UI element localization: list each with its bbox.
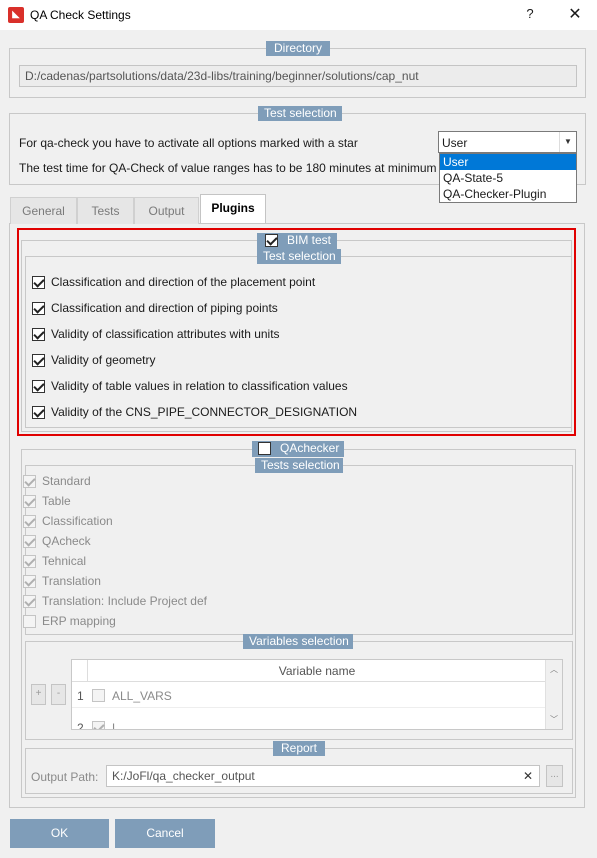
- output-path-value: K:/JoFl/qa_checker_output: [112, 769, 255, 783]
- column-header-variable-name[interactable]: Variable name: [88, 660, 546, 682]
- qachecker-test-checkbox[interactable]: [23, 475, 36, 488]
- test-selection-info-line-2: The test time for QA-Check of value rang…: [19, 161, 437, 175]
- qachecker-checkbox[interactable]: [258, 442, 271, 455]
- chevron-down-icon[interactable]: ▼: [559, 132, 576, 152]
- scroll-up-icon[interactable]: ︿: [546, 664, 562, 675]
- browse-button[interactable]: ...: [546, 765, 563, 787]
- row-number: 2: [77, 721, 84, 730]
- dropdown-option-user[interactable]: User: [440, 154, 576, 170]
- close-icon[interactable]: ✕: [564, 4, 586, 26]
- qachecker-test-checkbox[interactable]: [23, 495, 36, 508]
- qachecker-tests-group: [25, 465, 573, 635]
- variables-group-label: Variables selection: [243, 634, 353, 649]
- row-checkbox[interactable]: [92, 689, 105, 702]
- output-path-field[interactable]: K:/JoFl/qa_checker_output ✕: [106, 765, 540, 787]
- cancel-button[interactable]: Cancel: [115, 819, 215, 848]
- clear-icon[interactable]: ✕: [523, 766, 533, 786]
- bim-test-item-checkbox[interactable]: [32, 354, 45, 367]
- ok-button[interactable]: OK: [10, 819, 109, 848]
- bim-test-item-checkbox[interactable]: [32, 406, 45, 419]
- qachecker-test-label: Tehnical: [42, 554, 87, 568]
- tab-output[interactable]: Output: [134, 197, 199, 224]
- variables-table: Variable name 1 ALL_VARS 2 L ︿ ﹀: [71, 659, 563, 730]
- qachecker-label: QAchecker: [280, 441, 340, 455]
- qachecker-test-label: Translation: [42, 574, 101, 588]
- qachecker-test-checkbox[interactable]: [23, 535, 36, 548]
- table-row[interactable]: 2 L: [72, 709, 546, 730]
- bim-test-item-label: Classification and direction of piping p…: [51, 301, 278, 315]
- bim-test-item-checkbox[interactable]: [32, 328, 45, 341]
- qachecker-test-checkbox[interactable]: [23, 515, 36, 528]
- table-corner: [72, 660, 88, 682]
- help-button[interactable]: ?: [520, 6, 540, 24]
- row-variable-name: ALL_VARS: [112, 689, 172, 703]
- bim-test-item-label: Validity of geometry: [51, 353, 156, 367]
- qachecker-tests-label: Tests selection: [255, 458, 343, 473]
- bim-test-selection-label: Test selection: [257, 249, 341, 264]
- tab-plugins[interactable]: Plugins: [200, 194, 266, 223]
- title-bar: ◣ QA Check Settings ? ✕: [0, 0, 597, 30]
- row-number: 1: [77, 689, 84, 703]
- bim-test-checkbox[interactable]: [265, 234, 278, 247]
- row-variable-name: L: [112, 721, 119, 730]
- table-row[interactable]: 1 ALL_VARS: [72, 682, 546, 708]
- qachecker-test-label: Standard: [42, 474, 91, 488]
- bim-test-item-checkbox[interactable]: [32, 302, 45, 315]
- output-path-label: Output Path:: [31, 770, 99, 784]
- tab-tests[interactable]: Tests: [77, 197, 134, 224]
- directory-path-field[interactable]: D:/cadenas/partsolutions/data/23d-libs/t…: [19, 65, 577, 87]
- qachecker-test-checkbox[interactable]: [23, 575, 36, 588]
- qachecker-test-label: Classification: [42, 514, 113, 528]
- row-checkbox[interactable]: [92, 721, 105, 729]
- dropdown-option-qa-checker-plugin[interactable]: QA-Checker-Plugin: [440, 186, 576, 202]
- bim-test-item-label: Classification and direction of the plac…: [51, 275, 316, 289]
- test-selection-group-label: Test selection: [258, 106, 342, 121]
- add-variable-button[interactable]: +: [31, 684, 46, 705]
- qachecker-test-checkbox[interactable]: [23, 555, 36, 568]
- qachecker-test-label: Table: [42, 494, 71, 508]
- qachecker-test-checkbox[interactable]: [23, 595, 36, 608]
- qachecker-header: QAchecker: [252, 441, 344, 457]
- profile-combobox-value: User: [442, 136, 468, 150]
- tab-general[interactable]: General: [10, 197, 77, 224]
- test-selection-info-line-1: For qa-check you have to activate all op…: [19, 136, 358, 150]
- profile-dropdown: User QA-State-5 QA-Checker-Plugin: [439, 153, 577, 203]
- bim-test-label: BIM test: [287, 233, 332, 247]
- scroll-down-icon[interactable]: ﹀: [546, 714, 562, 725]
- bim-test-item-checkbox[interactable]: [32, 276, 45, 289]
- qachecker-test-label: ERP mapping: [42, 614, 116, 628]
- dropdown-option-qa-state-5[interactable]: QA-State-5: [440, 170, 576, 186]
- bim-test-item-label: Validity of table values in relation to …: [51, 379, 348, 393]
- report-group-label: Report: [273, 741, 325, 756]
- bim-test-header: BIM test: [257, 233, 337, 249]
- variables-scrollbar[interactable]: ︿ ﹀: [545, 660, 562, 729]
- qachecker-test-checkbox[interactable]: [23, 615, 36, 628]
- remove-variable-button[interactable]: -: [51, 684, 66, 705]
- qachecker-test-label: Translation: Include Project def: [42, 594, 207, 608]
- profile-combobox[interactable]: User ▼: [438, 131, 577, 153]
- bim-test-item-checkbox[interactable]: [32, 380, 45, 393]
- bim-test-item-label: Validity of the CNS_PIPE_CONNECTOR_DESIG…: [51, 405, 358, 419]
- directory-group-label: Directory: [266, 41, 330, 56]
- qachecker-test-label: QAcheck: [42, 534, 91, 548]
- window-title: QA Check Settings: [30, 8, 131, 22]
- app-logo-icon: ◣: [8, 7, 24, 23]
- bim-test-item-label: Validity of classification attributes wi…: [51, 327, 280, 341]
